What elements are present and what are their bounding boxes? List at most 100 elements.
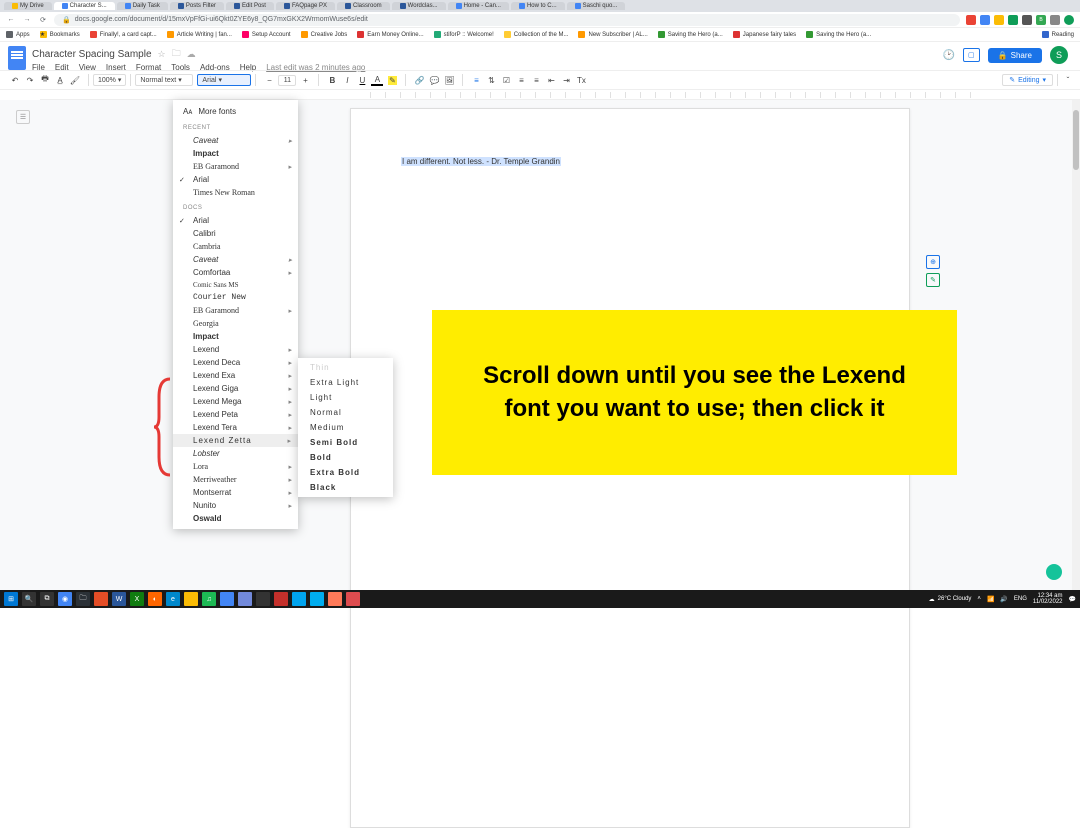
app-icon[interactable] [328,592,342,606]
font-item[interactable]: Caveat [173,134,298,147]
font-item[interactable]: Oswald [173,512,298,525]
share-button[interactable]: 🔒Share [988,48,1042,63]
line-spacing-icon[interactable]: ⇅ [485,74,497,86]
font-item[interactable]: Courier New [173,291,298,304]
tab[interactable]: Daily Task [117,2,168,10]
font-item[interactable]: Calibri [173,227,298,240]
notification-icon[interactable]: 💬 [1069,596,1076,603]
font-item-lexend-deca[interactable]: Lexend Deca [173,356,298,369]
highlight-icon[interactable]: ✎ [386,74,398,86]
weight-item[interactable]: Bold [298,450,393,465]
ext-icon[interactable] [994,15,1004,25]
comment-add-icon[interactable]: ⊕ [926,255,940,269]
font-item[interactable]: Cambria [173,240,298,253]
font-item-lexend-exa[interactable]: Lexend Exa [173,369,298,382]
tab[interactable]: Saschi quo... [567,2,626,10]
font-item-lexend[interactable]: Lexend [173,343,298,356]
doc-title[interactable]: Character Spacing Sample [32,49,152,60]
weather-widget[interactable]: ☁26°C Cloudy [929,596,972,603]
clock[interactable]: 12:34 am 11/02/2022 [1033,593,1063,605]
weight-item[interactable]: Normal [298,405,393,420]
weight-item[interactable]: Thin [298,360,393,375]
menu-icon[interactable] [1050,15,1060,25]
font-item[interactable]: Georgia [173,317,298,330]
collapse-icon[interactable]: ˇ [1062,74,1074,86]
indent-more-icon[interactable]: ⇥ [560,74,572,86]
forward-icon[interactable]: → [22,15,32,25]
move-icon[interactable]: 🗀 [172,46,181,62]
app-icon[interactable] [184,592,198,606]
tray-chevron-icon[interactable]: ˄ [977,596,981,602]
app-icon[interactable] [292,592,306,606]
redo-icon[interactable]: ↷ [24,74,36,86]
app-icon[interactable] [256,592,270,606]
weight-item[interactable]: Light [298,390,393,405]
ext-icon[interactable] [980,15,990,25]
more-fonts[interactable]: AᴀMore fonts [173,104,298,119]
bookmark[interactable]: Article Writing | fan... [167,31,232,38]
excel-icon[interactable]: X [130,592,144,606]
font-item-lexend-tera[interactable]: Lexend Tera [173,421,298,434]
tab[interactable]: Posts Filter [170,2,224,10]
font-item[interactable]: Caveat [173,253,298,266]
font-item[interactable]: Lobster [173,447,298,460]
wifi-icon[interactable]: 📶 [987,596,994,603]
ext-icon[interactable]: B [1036,15,1046,25]
italic-icon[interactable]: I [341,74,353,86]
start-icon[interactable]: ⊞ [4,592,18,606]
weight-item[interactable]: Medium [298,420,393,435]
tab[interactable]: Edit Post [226,2,274,10]
ext-icon[interactable] [1008,15,1018,25]
bookmark[interactable]: Reading [1042,31,1074,38]
decrease-icon[interactable]: − [263,74,275,86]
font-item[interactable]: EB Garamond [173,304,298,317]
grammarly-icon[interactable] [1046,564,1062,580]
font-item[interactable]: Lora [173,460,298,473]
bookmark[interactable]: Creative Jobs [301,31,348,38]
bullet-list-icon[interactable]: ≡ [515,74,527,86]
task-view-icon[interactable]: ⧉ [40,592,54,606]
undo-icon[interactable]: ↶ [9,74,21,86]
bookmark[interactable]: Japanese fairy tales [733,31,796,38]
text-color-icon[interactable]: A [371,74,383,86]
suggest-icon[interactable]: ✎ [926,273,940,287]
tab[interactable]: Classroom [337,2,390,10]
reload-icon[interactable]: ⟳ [38,15,48,25]
tab[interactable]: My Drive [4,2,52,10]
back-icon[interactable]: ← [6,15,16,25]
bookmark[interactable]: New Subscriber | AL... [578,31,647,38]
edge-icon[interactable]: e [166,592,180,606]
number-list-icon[interactable]: ≡ [530,74,542,86]
language-indicator[interactable]: ENG [1014,596,1027,602]
tab[interactable]: Wordclas... [392,2,446,10]
app-icon[interactable] [310,592,324,606]
tab[interactable]: FAQpage PX [276,2,335,10]
font-item[interactable]: Times New Roman [173,186,298,199]
avatar[interactable]: S [1050,46,1068,64]
font-item-lexend-mega[interactable]: Lexend Mega [173,395,298,408]
bookmark[interactable]: Finally!, a card capt... [90,31,157,38]
bookmark[interactable]: Saving the Hero (a... [658,31,723,38]
checklist-icon[interactable]: ☑ [500,74,512,86]
font-item-lexend-zetta[interactable]: Lexend Zetta [173,434,298,447]
indent-less-icon[interactable]: ⇤ [545,74,557,86]
font-item-lexend-peta[interactable]: Lexend Peta [173,408,298,421]
app-icon[interactable] [220,592,234,606]
vertical-scrollbar[interactable] [1072,100,1080,590]
font-item[interactable]: Nunito [173,499,298,512]
search-icon[interactable]: 🔍 [22,592,36,606]
chrome-icon[interactable]: ◉ [58,592,72,606]
font-item[interactable]: Impact [173,330,298,343]
bookmark[interactable]: Setup Account [242,31,291,38]
volume-icon[interactable]: 🔊 [1000,596,1007,603]
app-icon[interactable] [94,592,108,606]
font-item[interactable]: Comic Sans MS [173,279,298,291]
document-text[interactable]: I am different. Not less. - Dr. Temple G… [401,157,561,166]
print-icon[interactable]: 🖶 [39,74,51,86]
weight-item[interactable]: Extra Bold [298,465,393,480]
editing-mode[interactable]: ✎Editing▾ [1002,74,1053,86]
bookmark[interactable]: Collection of the M... [504,31,569,38]
present-icon[interactable]: ▢ [963,48,980,62]
weight-item[interactable]: Black [298,480,393,495]
tab[interactable]: Home - Can... [448,2,509,10]
